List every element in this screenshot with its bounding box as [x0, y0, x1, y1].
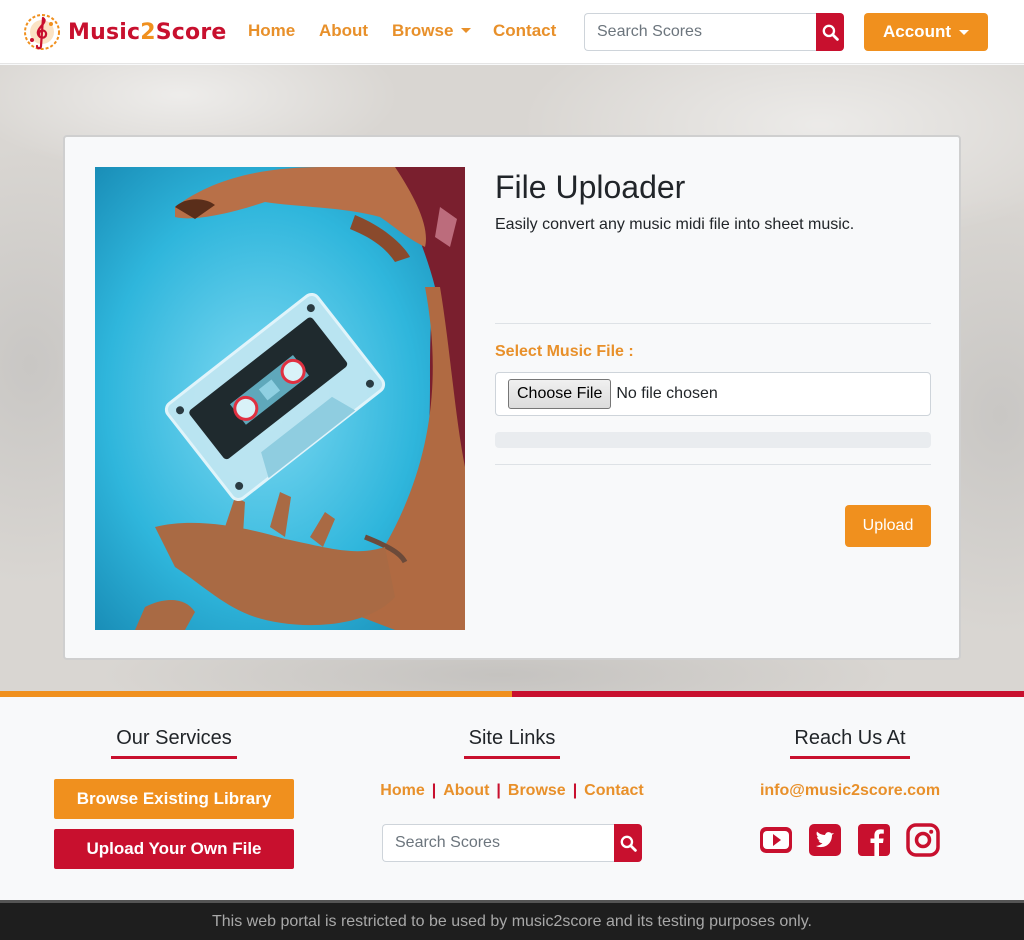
- divider: [495, 323, 931, 324]
- upload-progress-bar: [495, 432, 931, 448]
- twitter-icon[interactable]: [808, 823, 842, 857]
- brand[interactable]: Music2Score: [22, 12, 227, 52]
- cassette-hero-image: [95, 167, 465, 630]
- reach-us-title: Reach Us At: [790, 727, 910, 759]
- footer-search-form: [382, 824, 642, 862]
- caret-down-icon: [461, 28, 472, 33]
- nav-home-link[interactable]: Home: [248, 21, 295, 41]
- facebook-icon[interactable]: [857, 823, 891, 857]
- footer-link-browse[interactable]: Browse: [508, 782, 566, 799]
- caret-down-icon: [959, 29, 969, 35]
- nav-browse-dropdown[interactable]: Browse: [392, 21, 472, 41]
- choose-file-button[interactable]: Choose File: [508, 379, 612, 409]
- nav-search-form: [584, 13, 844, 51]
- footer-link-about[interactable]: About: [443, 782, 489, 799]
- site-links-title: Site Links: [464, 727, 560, 759]
- select-file-label: Select Music File :: [495, 343, 634, 360]
- bottom-notice-bar: This web portal is restricted to be used…: [0, 900, 1024, 940]
- navbar: Music2Score Home About Browse Contact Ac…: [0, 0, 1024, 64]
- footer-search-button[interactable]: [614, 824, 642, 862]
- search-icon: [822, 24, 839, 41]
- nav-contact-link[interactable]: Contact: [493, 21, 556, 41]
- upload-button[interactable]: Upload: [845, 505, 931, 547]
- upload-own-file-button[interactable]: Upload Your Own File: [54, 829, 294, 869]
- youtube-icon[interactable]: [759, 823, 793, 857]
- instagram-icon[interactable]: [906, 823, 940, 857]
- divider: [495, 464, 931, 465]
- browse-library-button[interactable]: Browse Existing Library: [54, 779, 294, 819]
- music-file-input[interactable]: Choose File No file chosen: [495, 372, 931, 416]
- nav-search-button[interactable]: [816, 13, 844, 51]
- contact-email-link[interactable]: info@music2score.com: [700, 782, 1000, 800]
- brand-name: Music2Score: [68, 19, 227, 45]
- account-dropdown-button[interactable]: Account: [864, 13, 988, 51]
- uploader-title: File Uploader: [495, 169, 686, 205]
- file-status-text: No file chosen: [616, 385, 718, 402]
- footer: Our Services Browse Existing Library Upl…: [0, 697, 1024, 900]
- search-icon: [620, 835, 637, 852]
- footer-site-links: Home | About | Browse | Contact: [380, 782, 644, 799]
- nav-about-link[interactable]: About: [319, 21, 368, 41]
- footer-search-input[interactable]: [382, 824, 614, 862]
- services-title: Our Services: [111, 727, 237, 759]
- uploader-description: Easily convert any music midi file into …: [495, 216, 855, 233]
- footer-link-home[interactable]: Home: [380, 782, 424, 799]
- treble-clef-logo-icon: [24, 14, 60, 50]
- nav-search-input[interactable]: [584, 13, 816, 51]
- portal-notice-text: This web portal is restricted to be used…: [212, 912, 812, 930]
- footer-link-contact[interactable]: Contact: [584, 782, 644, 799]
- uploader-card: File Uploader Easily convert any music m…: [63, 135, 961, 660]
